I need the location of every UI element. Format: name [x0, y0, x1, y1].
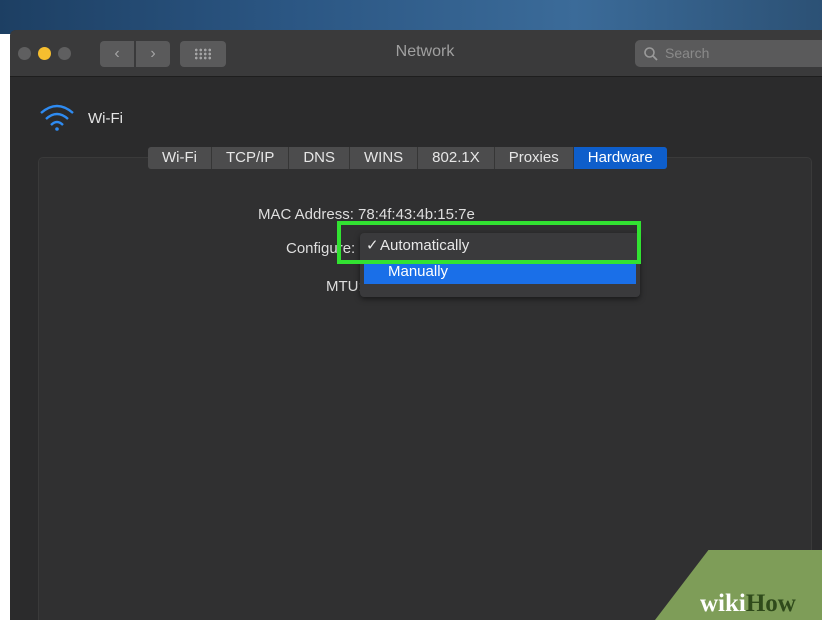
close-window-button[interactable] — [18, 47, 31, 60]
wifi-icon — [40, 104, 74, 131]
minimize-window-button[interactable] — [38, 47, 51, 60]
tab-wins[interactable]: WINS — [350, 147, 419, 169]
show-all-button[interactable] — [180, 41, 226, 67]
tab-dns[interactable]: DNS — [289, 147, 350, 169]
forward-button[interactable]: › — [136, 41, 170, 67]
zoom-window-button[interactable] — [58, 47, 71, 60]
chevron-right-icon: › — [150, 45, 156, 62]
window-title: Network — [395, 43, 455, 60]
network-service-name: Wi-Fi — [88, 110, 123, 127]
search-placeholder: Search — [665, 45, 710, 61]
menu-item-label: Manually — [388, 263, 449, 280]
chevron-left-icon: ‹ — [114, 45, 120, 62]
grid-icon — [194, 48, 212, 60]
tab-tcpip[interactable]: TCP/IP — [212, 147, 290, 169]
tab-8021x[interactable]: 802.1X — [418, 147, 495, 169]
tab-hardware[interactable]: Hardware — [573, 147, 667, 169]
back-button[interactable]: ‹ — [100, 41, 134, 67]
highlight-annotation — [337, 221, 641, 264]
title-bar: ‹ › Network Search — [10, 30, 822, 77]
tab-bar: Wi-Fi TCP/IP DNS WINS 802.1X Proxies Har… — [148, 147, 667, 169]
mtu-label: MTU: — [326, 278, 363, 295]
desktop-background — [0, 0, 822, 34]
tab-proxies[interactable]: Proxies — [495, 147, 574, 169]
search-field[interactable]: Search — [635, 40, 822, 67]
search-icon — [644, 47, 658, 61]
tab-wifi[interactable]: Wi-Fi — [148, 147, 212, 169]
watermark-logo: wikiHow — [700, 590, 796, 617]
network-preferences-window: ‹ › Network Search Wi-Fi Wi-Fi TCP/IP DN… — [10, 30, 822, 620]
